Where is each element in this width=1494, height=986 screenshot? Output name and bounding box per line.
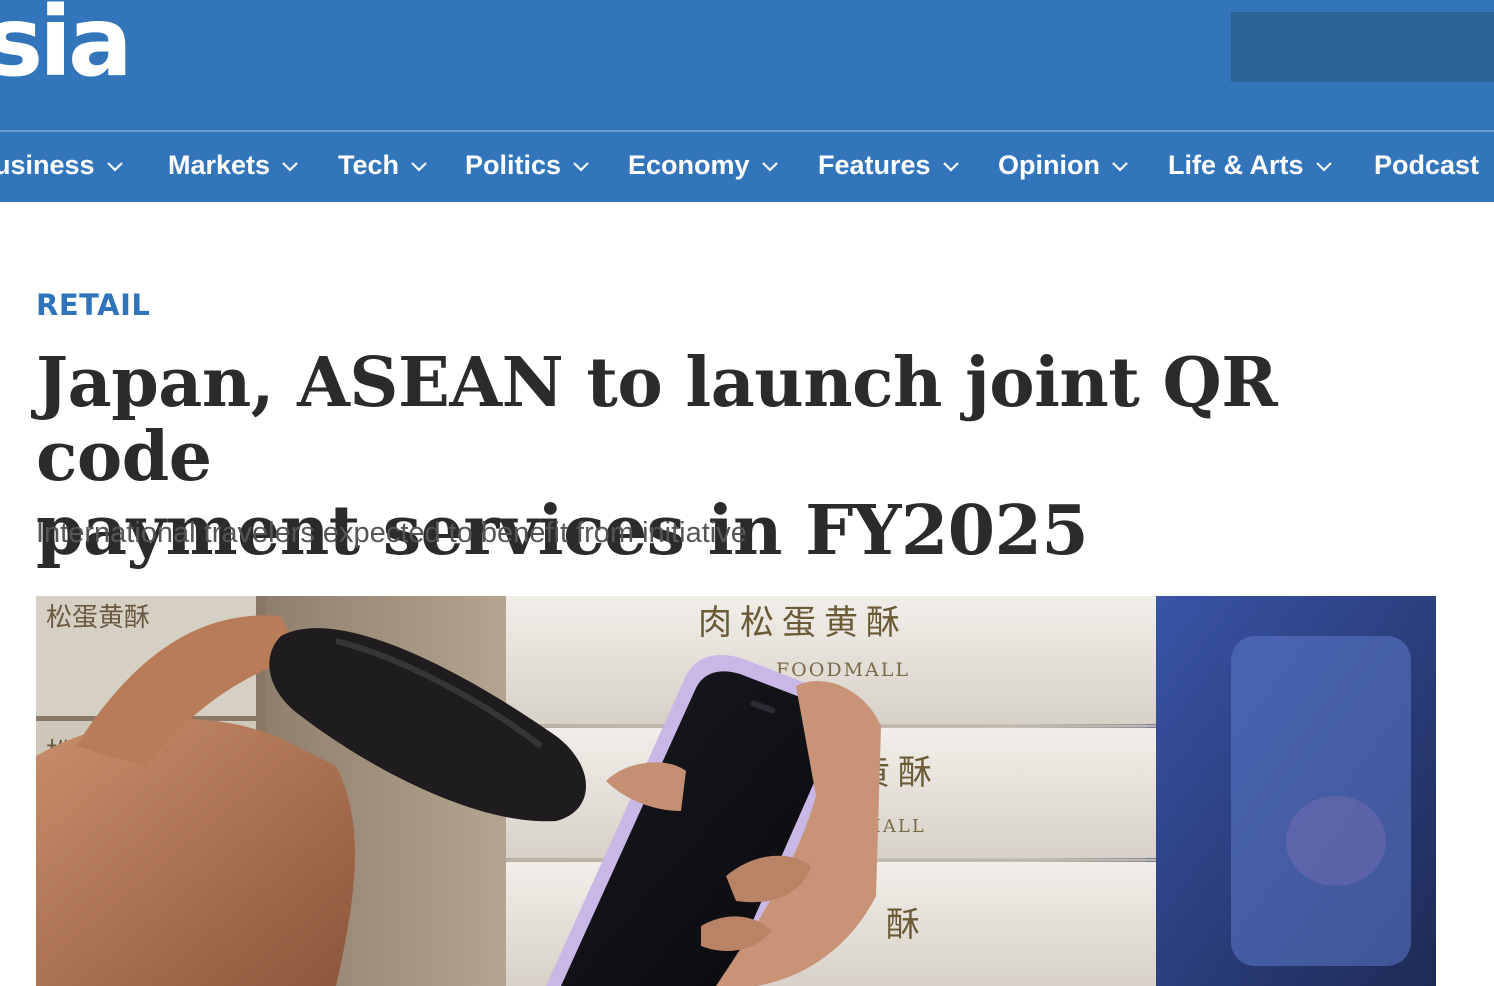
chevron-down-icon <box>282 162 298 172</box>
main-nav: usiness Markets Tech Politics Economy Fe… <box>0 132 1494 202</box>
article-subheadline: International travelers expected to bene… <box>36 517 747 549</box>
hero-image: 松蛋黄酥 松蛋 肉松蛋黄酥 FOODMALL 黄酥 DMALL 酥 <box>36 596 1436 986</box>
header-ad-slot[interactable] <box>1231 12 1494 82</box>
nav-item-markets[interactable]: Markets <box>168 149 299 181</box>
article-category-link[interactable]: RETAIL <box>36 288 150 322</box>
nav-label: Features <box>818 149 931 180</box>
nav-label: Life & Arts <box>1168 149 1304 180</box>
box-label: 松蛋黄酥 <box>46 603 150 633</box>
chevron-down-icon <box>1112 162 1128 172</box>
nav-item-politics[interactable]: Politics <box>465 149 590 181</box>
nav-label: Politics <box>465 149 562 180</box>
nav-item-features[interactable]: Features <box>818 149 960 181</box>
box-label: 肉松蛋黄酥 <box>698 603 908 643</box>
chevron-down-icon <box>106 162 123 172</box>
hero-photo: 松蛋黄酥 松蛋 肉松蛋黄酥 FOODMALL 黄酥 DMALL 酥 <box>36 596 1436 986</box>
nav-label: Podcast <box>1374 149 1480 180</box>
nav-item-business[interactable]: usiness <box>0 149 124 181</box>
nav-item-life-arts[interactable]: Life & Arts <box>1168 149 1333 181</box>
nav-label: usiness <box>0 149 95 180</box>
chevron-down-icon <box>573 162 589 172</box>
site-logo[interactable]: sia <box>0 0 133 90</box>
nav-item-economy[interactable]: Economy <box>628 149 779 181</box>
chevron-down-icon <box>761 162 778 172</box>
masthead: sia <box>0 0 1494 131</box>
nav-item-podcast[interactable]: Podcast <box>1374 149 1479 181</box>
chevron-down-icon <box>942 162 959 172</box>
left-hand <box>36 718 355 986</box>
nav-item-opinion[interactable]: Opinion <box>998 149 1129 181</box>
box-label: 酥 <box>886 905 920 945</box>
nav-label: Economy <box>628 149 750 180</box>
headline-line-1: Japan, ASEAN to launch joint QR code <box>36 343 1278 497</box>
nav-label: Tech <box>338 149 400 180</box>
nav-item-tech[interactable]: Tech <box>338 149 428 181</box>
box-label: FOODMALL <box>776 659 910 681</box>
nav-label: Opinion <box>998 149 1100 180</box>
chevron-down-icon <box>411 162 427 172</box>
chevron-down-icon <box>1315 162 1332 172</box>
nav-label: Markets <box>168 149 271 180</box>
